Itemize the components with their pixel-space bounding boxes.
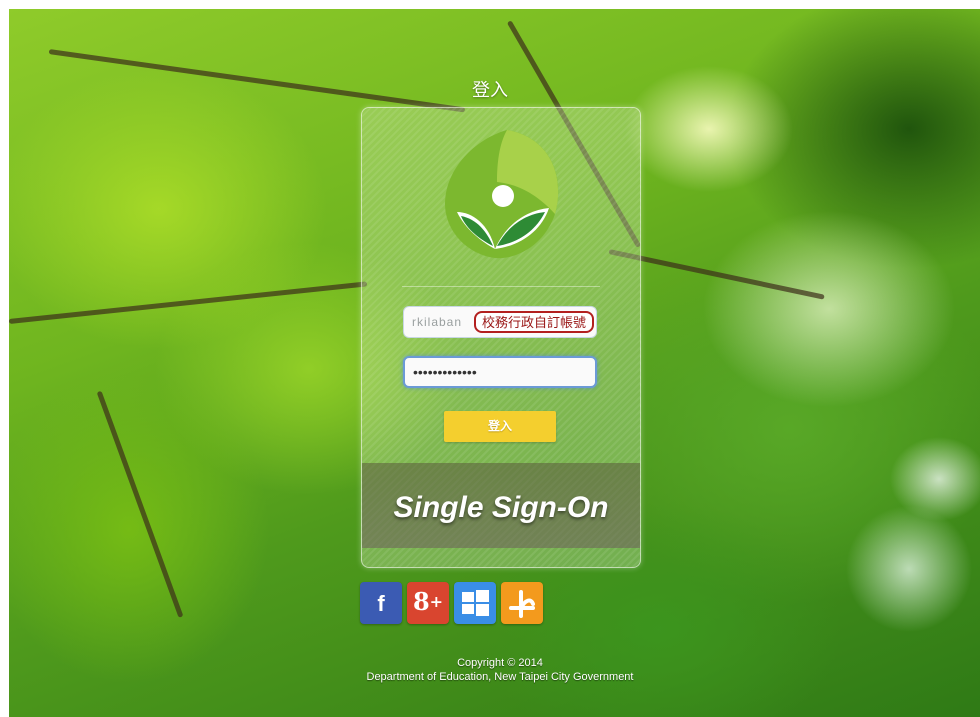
openid-icon[interactable] (501, 582, 543, 624)
copyright-footer: Copyright © 2014 Department of Education… (0, 656, 980, 684)
facebook-icon[interactable]: f (360, 582, 402, 624)
google-plus-icon[interactable]: 8+ (407, 582, 449, 624)
branch-decoration (96, 390, 184, 618)
sso-banner-text: Single Sign-On (393, 491, 609, 524)
page-title: 登入 (472, 80, 508, 100)
organization-text: Department of Education, New Taipei City… (366, 671, 634, 683)
username-field[interactable]: rkilaban 校務行政自訂帳號 (403, 306, 597, 338)
username-annotation-callout: 校務行政自訂帳號 (474, 311, 594, 333)
divider (402, 286, 600, 287)
username-value: rkilaban (412, 315, 463, 329)
school-leaf-logo (445, 130, 559, 259)
windows-icon[interactable] (454, 582, 496, 624)
password-field[interactable]: ••••••••••••• (403, 356, 597, 388)
login-card: rkilaban 校務行政自訂帳號 ••••••••••••• 登入 Singl… (361, 107, 641, 568)
branch-decoration (9, 281, 368, 324)
copyright-text: Copyright © 2014 (457, 657, 543, 669)
password-mask: ••••••••••••• (413, 364, 477, 380)
sso-banner: Single Sign-On (362, 463, 640, 548)
login-button[interactable]: 登入 (444, 411, 556, 442)
